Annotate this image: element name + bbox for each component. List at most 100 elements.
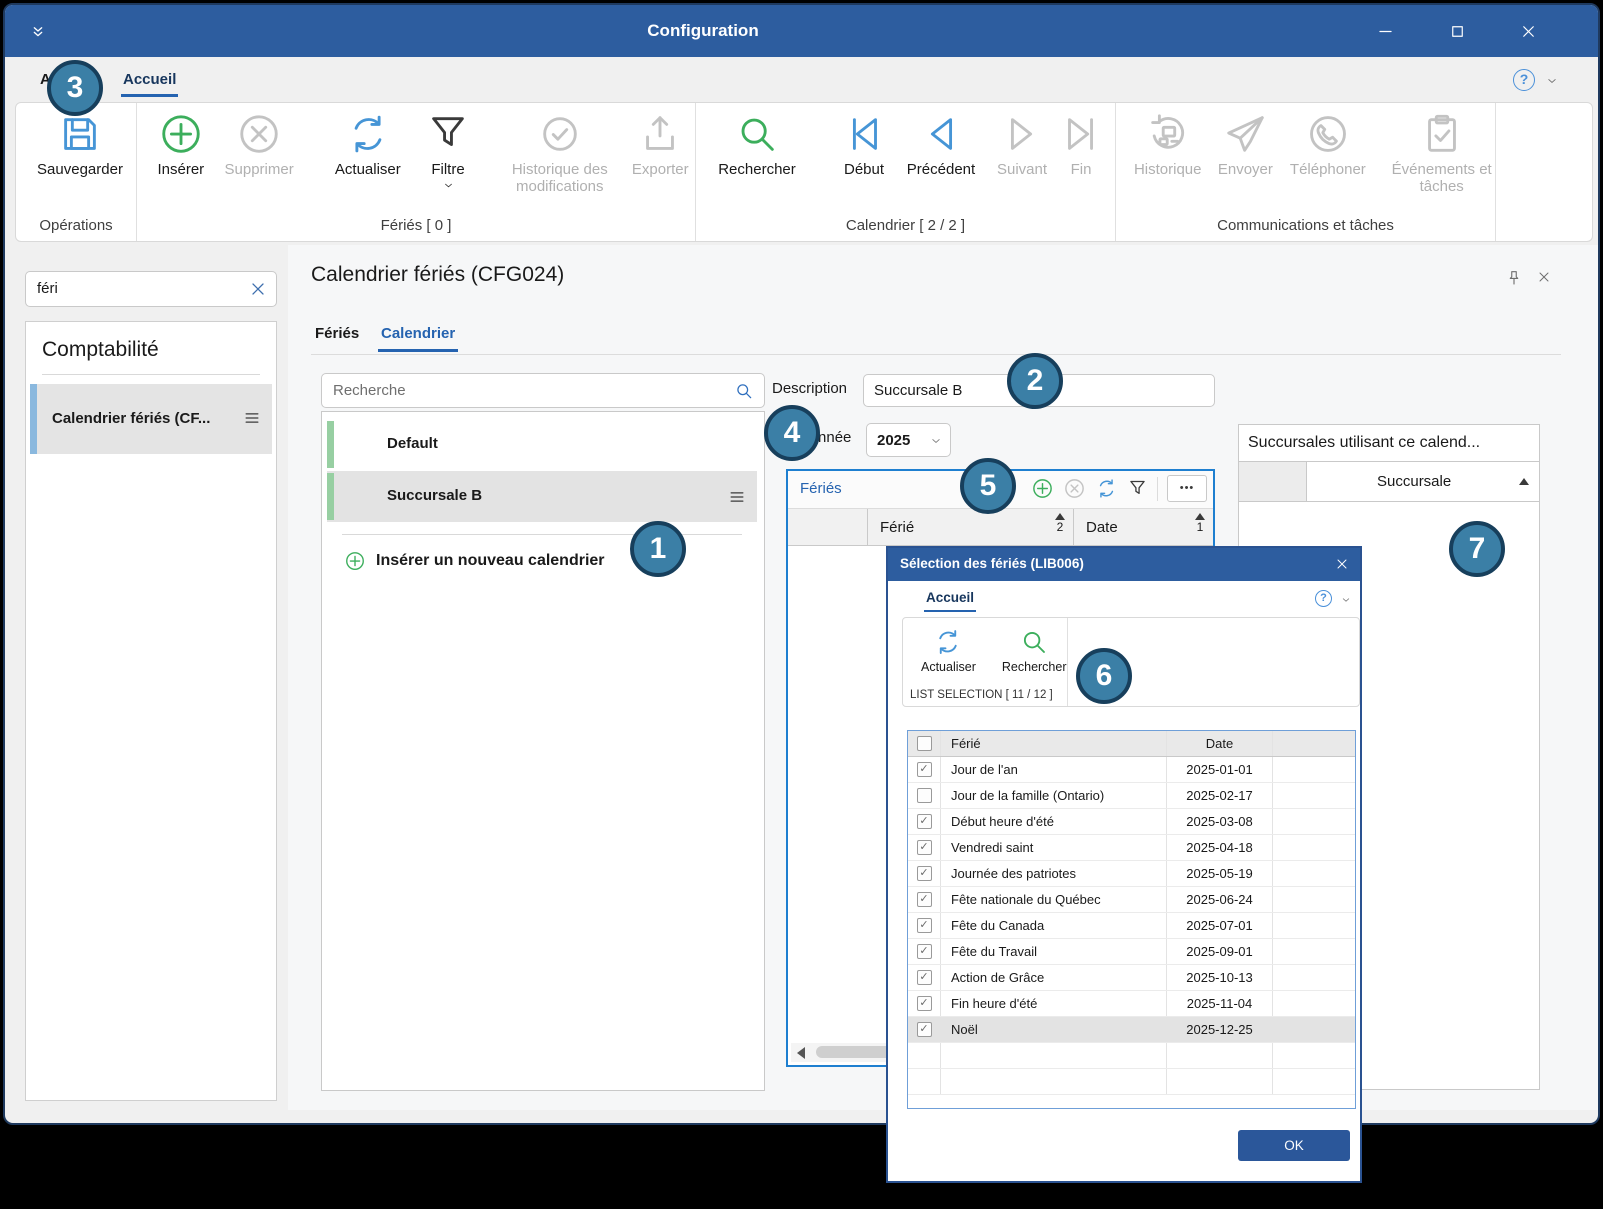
refresh-grid-icon[interactable] — [1095, 477, 1118, 500]
pin-icon[interactable] — [1505, 269, 1523, 287]
empty-row — [908, 1043, 1355, 1069]
close-document-icon[interactable] — [1536, 269, 1552, 285]
row-checkbox[interactable]: ✓ — [917, 970, 932, 985]
search-button[interactable]: Rechercher — [708, 111, 806, 178]
comm-history-label: Historique — [1134, 161, 1202, 178]
triangle-left-icon — [918, 111, 964, 157]
select-all-checkbox[interactable] — [917, 736, 932, 751]
tab-accueil[interactable]: Accueil — [123, 71, 176, 88]
insert-calendar-link[interactable]: Insérer un nouveau calendrier — [344, 546, 605, 576]
table-row[interactable]: ✓ Fin heure d'été 2025-11-04 — [908, 991, 1355, 1017]
filter-grid-icon[interactable] — [1127, 478, 1148, 499]
holiday-name: Fête nationale du Québec — [941, 887, 1167, 912]
sort-asc-icon — [1519, 478, 1529, 485]
comm-history-icon — [1145, 111, 1191, 157]
hamburger-icon[interactable] — [727, 487, 747, 507]
help-icon[interactable]: ? — [1513, 69, 1535, 91]
dialog-tab-accueil[interactable]: Accueil — [926, 590, 974, 605]
table-row[interactable]: ✓ Fête nationale du Québec 2025-06-24 — [908, 887, 1355, 913]
header-date[interactable]: Date — [1167, 731, 1273, 756]
holiday-date: 2025-02-17 — [1167, 783, 1273, 808]
holiday-name: Fête du Travail — [941, 939, 1167, 964]
minimize-button[interactable] — [1363, 17, 1407, 45]
column-header-ferie[interactable]: Férié 2 — [868, 509, 1074, 545]
scroll-left-icon[interactable] — [797, 1047, 805, 1059]
chevron-down-icon[interactable] — [1340, 594, 1352, 606]
add-row-icon[interactable] — [1031, 477, 1054, 500]
row-checkbox[interactable]: ✓ — [917, 944, 932, 959]
group-label-communications: Communications et tâches — [1116, 217, 1495, 234]
sidebar-search-input[interactable]: féri — [25, 271, 277, 307]
close-button[interactable] — [1506, 17, 1550, 45]
dialog-search-button[interactable]: Rechercher — [1002, 627, 1067, 674]
table-row[interactable]: ✓ Vendredi saint 2025-04-18 — [908, 835, 1355, 861]
calendar-search-input[interactable]: Recherche — [321, 373, 765, 408]
table-row-selected[interactable]: ✓ Noël 2025-12-25 — [908, 1017, 1355, 1043]
hamburger-icon[interactable] — [242, 408, 262, 428]
maximize-button[interactable] — [1435, 17, 1479, 45]
insert-button[interactable]: Insérer — [149, 111, 213, 178]
refresh-icon — [345, 111, 391, 157]
holiday-name: Vendredi saint — [941, 835, 1167, 860]
sidebar-item-calendrier-feries[interactable]: Calendrier fériés (CF... — [30, 384, 272, 454]
row-checkbox[interactable]: ✓ — [917, 866, 932, 881]
table-row[interactable]: ✓ Action de Grâce 2025-10-13 — [908, 965, 1355, 991]
clear-search-icon[interactable] — [248, 279, 268, 299]
dialog-refresh-button[interactable]: Actualiser — [921, 627, 976, 674]
row-checkbox[interactable]: ✓ — [917, 1022, 932, 1037]
column-label: Férié — [880, 519, 914, 536]
table-row[interactable]: ✓ Journée des patriotes 2025-05-19 — [908, 861, 1355, 887]
branches-panel-title: Succursales utilisant ce calend... — [1248, 434, 1480, 452]
delete-button: Supprimer — [217, 111, 302, 178]
row-checkbox[interactable]: ✓ — [917, 762, 932, 777]
year-select[interactable]: 2025 — [866, 423, 951, 457]
holiday-date: 2025-03-08 — [1167, 809, 1273, 834]
holidays-table: Férié Date ✓ Jour de l'an 2025-01-01 Jou… — [907, 730, 1356, 1109]
refresh-button[interactable]: Actualiser — [320, 111, 416, 178]
holiday-name: Journée des patriotes — [941, 861, 1167, 886]
row-checkbox[interactable]: ✓ — [917, 814, 932, 829]
annotation-badge-7: 7 — [1449, 521, 1505, 577]
row-checkbox[interactable]: ✓ — [917, 996, 932, 1011]
first-label: Début — [844, 161, 884, 178]
search-icon[interactable] — [734, 381, 754, 401]
filter-button[interactable]: Filtre — [420, 111, 476, 192]
table-row[interactable]: ✓ Début heure d'été 2025-03-08 — [908, 809, 1355, 835]
table-row[interactable]: ✓ Fête du Canada 2025-07-01 — [908, 913, 1355, 939]
column-header-succursale[interactable]: Succursale — [1307, 462, 1539, 501]
list-item-succursale-b[interactable]: Succursale B — [327, 471, 757, 522]
row-checkbox[interactable]: ✓ — [917, 892, 932, 907]
item-color-bar — [327, 473, 334, 520]
group-label-calendrier: Calendrier [ 2 / 2 ] — [696, 217, 1115, 234]
previous-button[interactable]: Précédent — [896, 111, 986, 178]
table-row[interactable]: ✓ Jour de l'an 2025-01-01 — [908, 757, 1355, 783]
calendar-search-placeholder: Recherche — [333, 382, 406, 399]
row-checkbox[interactable]: ✓ — [917, 918, 932, 933]
ok-button[interactable]: OK — [1238, 1130, 1350, 1161]
first-button[interactable]: Début — [836, 111, 892, 178]
table-row[interactable]: ✓ Fête du Travail 2025-09-01 — [908, 939, 1355, 965]
ribbon-tabstrip: Ac Accueil ? — [5, 57, 1598, 103]
group-label-operations: Opérations — [16, 217, 136, 234]
save-button[interactable]: Sauvegarder — [28, 111, 132, 178]
dialog-help-icon[interactable]: ? — [1315, 590, 1332, 607]
divider — [42, 374, 260, 375]
column-header-date[interactable]: Date 1 — [1074, 509, 1213, 545]
annotation-badge-4: 4 — [764, 405, 820, 461]
row-checkbox[interactable] — [917, 788, 932, 803]
quick-access-icon[interactable] — [27, 20, 49, 42]
dialog-close-icon[interactable] — [1334, 556, 1350, 572]
next-label: Suivant — [997, 161, 1047, 178]
row-checkbox[interactable]: ✓ — [917, 840, 932, 855]
calendar-list-panel: Default Succursale B Insérer un nouveau … — [321, 411, 765, 1091]
dialog-title: Sélection des fériés (LIB006) — [900, 556, 1084, 571]
tab-feries[interactable]: Fériés — [315, 325, 359, 342]
chevron-down-icon[interactable] — [1545, 74, 1559, 88]
ribbon-group-feries: Insérer Supprimer Actualiser Filtre — [137, 103, 696, 241]
last-label: Fin — [1071, 161, 1092, 178]
header-ferie[interactable]: Férié — [941, 731, 1167, 756]
more-options-button[interactable]: ••• — [1167, 475, 1207, 502]
table-row[interactable]: Jour de la famille (Ontario) 2025-02-17 — [908, 783, 1355, 809]
tab-calendrier[interactable]: Calendrier — [381, 325, 455, 342]
list-item-default[interactable]: Default — [327, 419, 757, 470]
